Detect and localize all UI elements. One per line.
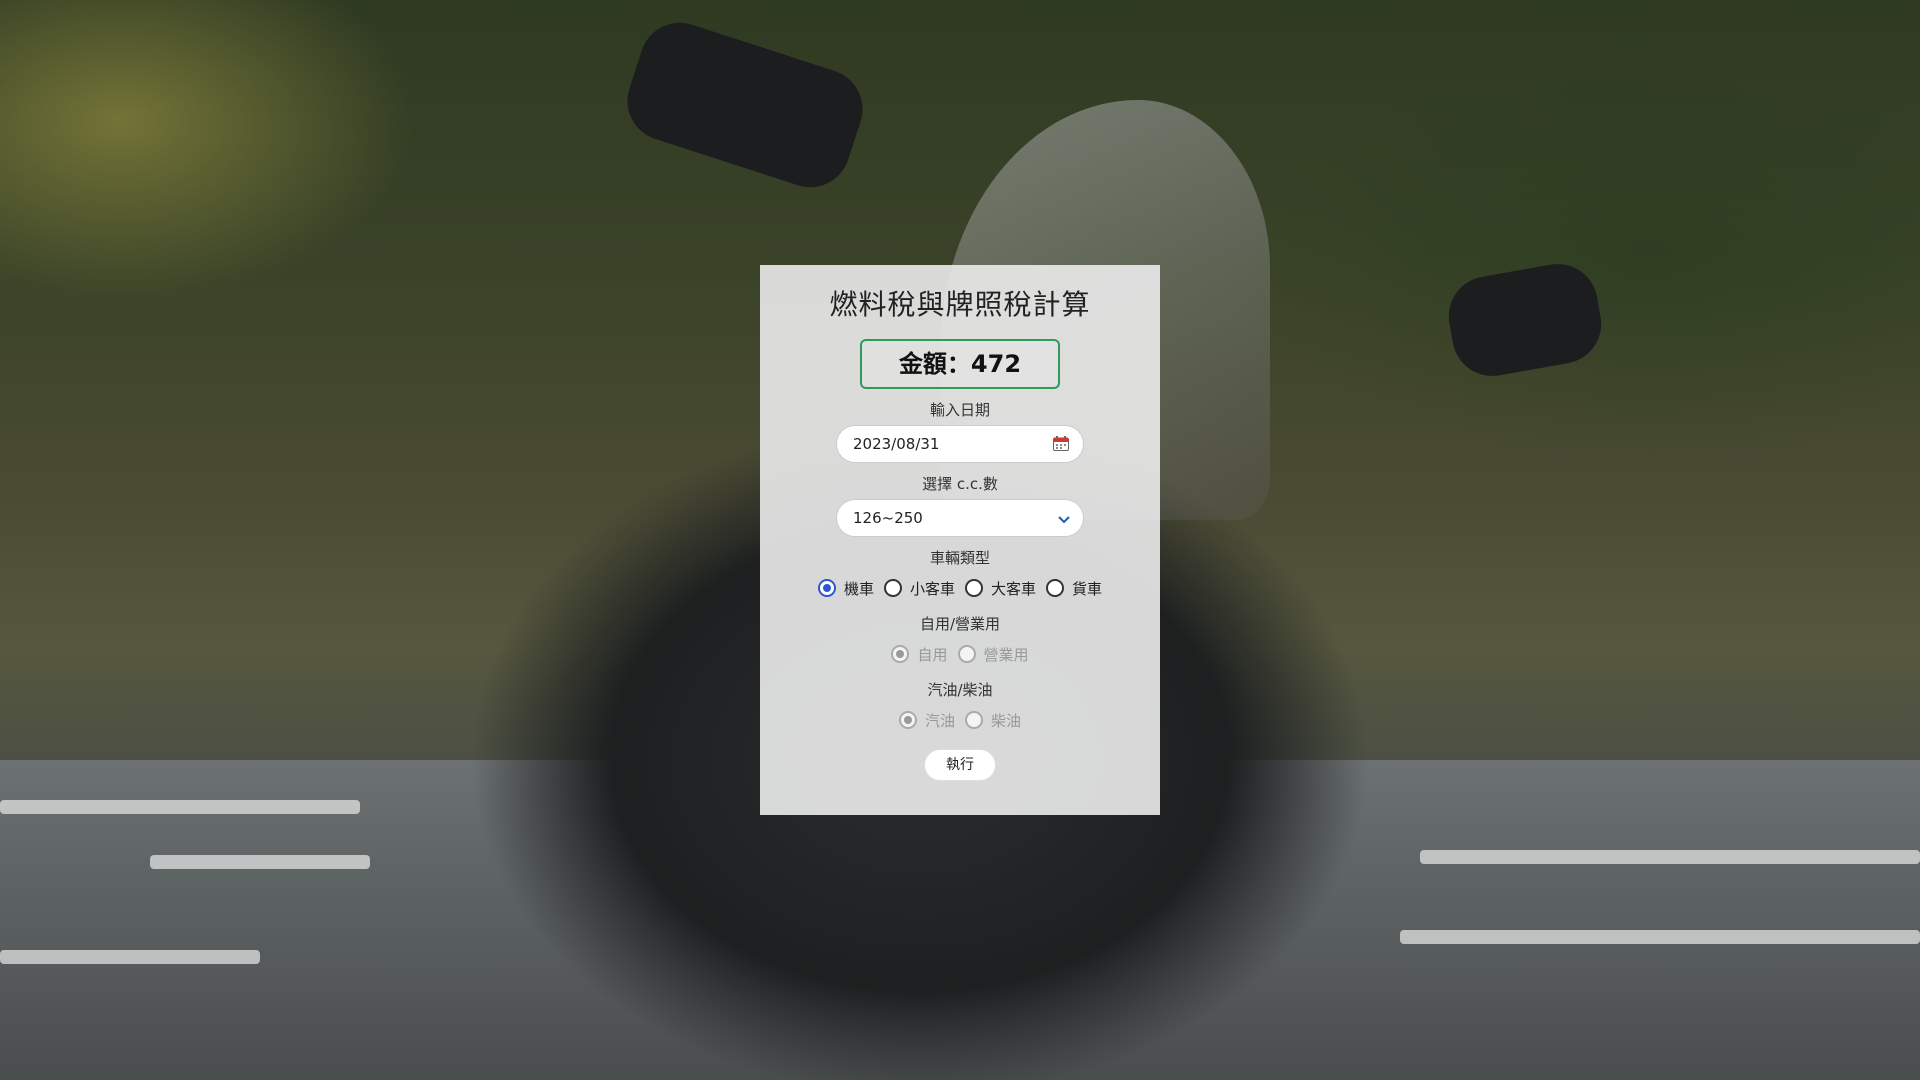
radio-label: 大客車 [991, 579, 1037, 598]
page-title: 燃料稅與牌照稅計算 [829, 288, 1091, 321]
radio-label: 小客車 [909, 579, 955, 598]
cc-value: 126~250 [853, 509, 923, 527]
fuel-label: 汽油/柴油 [927, 681, 993, 699]
fuel-group: 汽油 柴油 [760, 707, 1160, 733]
radio-button[interactable] [965, 579, 983, 597]
radio-option-gasoline[interactable]: 汽油 [898, 710, 955, 731]
radio-option-scooter[interactable]: 機車 [817, 578, 874, 599]
vehicle-type-label: 車輛類型 [929, 549, 990, 567]
radio-label: 柴油 [991, 711, 1022, 730]
usage-label: 自用/營業用 [919, 615, 1001, 633]
radio-option-truck[interactable]: 貨車 [1046, 578, 1102, 599]
radio-label: 營業用 [983, 645, 1029, 664]
calendar-icon[interactable] [1053, 436, 1069, 451]
radio-option-private[interactable]: 自用 [891, 644, 948, 665]
radio-button[interactable] [965, 711, 983, 729]
radio-button[interactable] [891, 645, 910, 663]
cc-label: 選擇 c.c.數 [922, 475, 998, 493]
left-mirror [617, 12, 873, 198]
radio-option-diesel[interactable]: 柴油 [965, 710, 1021, 731]
radio-button[interactable] [898, 711, 917, 729]
cc-select[interactable]: 126~250 [836, 499, 1084, 537]
chevron-down-icon [1058, 516, 1070, 524]
date-input[interactable]: 2023/08/31 [836, 425, 1084, 463]
date-label: 輸入日期 [929, 401, 990, 419]
radio-option-commercial[interactable]: 營業用 [957, 644, 1029, 665]
radio-label: 汽油 [924, 711, 955, 730]
tax-calculator-card: 燃料稅與牌照稅計算 金額：472 輸入日期 2023/08/31 選擇 c.c.… [760, 265, 1160, 815]
usage-group: 自用 營業用 [760, 641, 1160, 667]
radio-button[interactable] [883, 579, 902, 597]
right-mirror [1442, 257, 1608, 383]
radio-option-bus[interactable]: 大客車 [965, 578, 1036, 599]
radio-label: 貨車 [1072, 579, 1103, 598]
radio-button[interactable] [957, 645, 976, 663]
vehicle-type-group: 機車 小客車 大客車 貨車 [760, 575, 1160, 601]
radio-button[interactable] [1046, 579, 1065, 597]
amount-result: 金額：472 [860, 339, 1060, 389]
execute-button[interactable]: 執行 [924, 749, 996, 781]
radio-option-small-car[interactable]: 小客車 [883, 578, 955, 599]
radio-label: 機車 [843, 579, 874, 598]
radio-button[interactable] [817, 579, 836, 597]
radio-label: 自用 [917, 645, 948, 664]
date-value: 2023/08/31 [853, 435, 940, 453]
